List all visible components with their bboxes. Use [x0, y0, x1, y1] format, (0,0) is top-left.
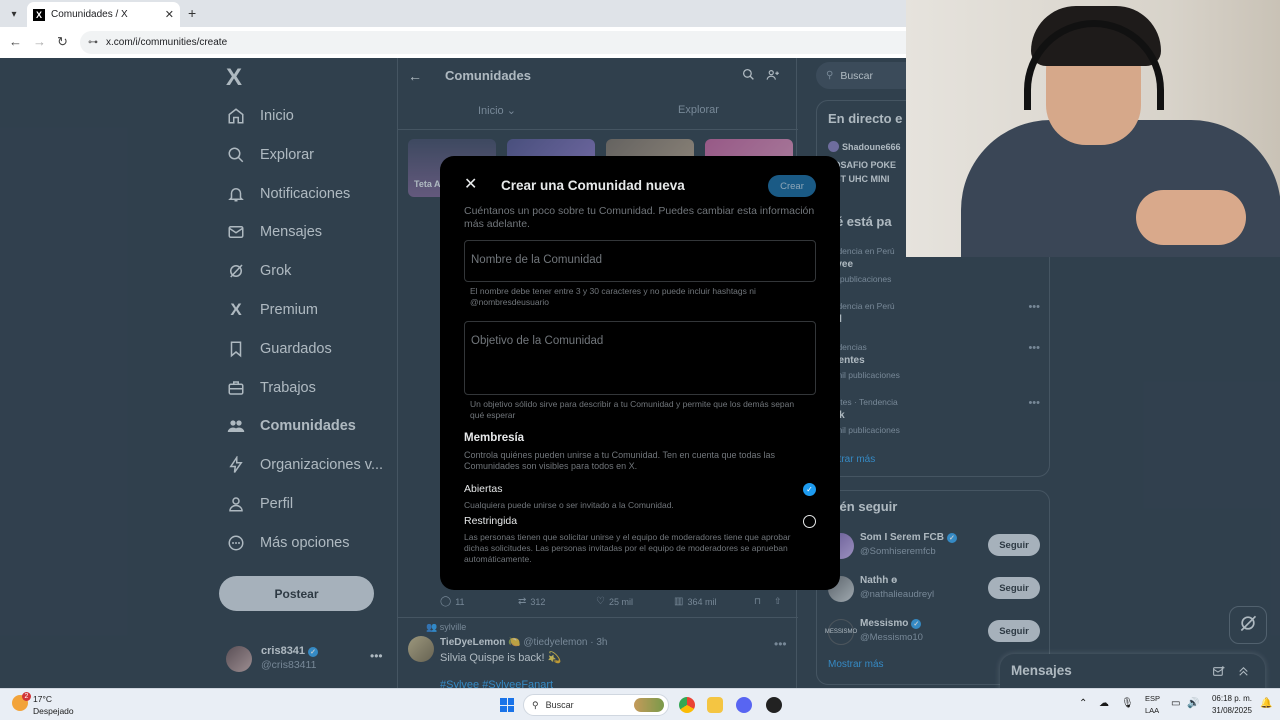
option-restricted-description: Las personas tienen que solicitar unirse… — [464, 532, 791, 564]
clock-date[interactable]: 31/08/2025 — [1206, 706, 1252, 715]
taskbar-search-placeholder: Buscar — [545, 700, 574, 710]
option-open-description: Cualquiera puede unirse o ser invitado a… — [464, 500, 674, 510]
url-text: x.com/i/communities/create — [106, 37, 228, 48]
file-explorer-icon[interactable] — [707, 697, 723, 713]
notifications-bell-icon[interactable]: 🔔 — [1260, 698, 1272, 709]
discord-icon[interactable] — [736, 697, 752, 713]
checkmark-icon: ✓ — [806, 484, 813, 494]
browser-tab[interactable]: X Comunidades / X ✕ — [27, 2, 180, 27]
onedrive-cloud-icon[interactable]: ☁ — [1099, 698, 1109, 709]
community-goal-field[interactable]: Objetivo de la Comunidad — [464, 321, 816, 395]
option-restricted-label[interactable]: Restringida — [464, 515, 517, 527]
windows-start-icon[interactable] — [500, 698, 514, 712]
community-name-hint: El nombre debe tener entre 3 y 30 caract… — [470, 286, 756, 307]
tray-chevron-up-icon[interactable]: ⌃ — [1079, 698, 1087, 709]
dialog-title: Crear una Comunidad nueva — [501, 178, 685, 193]
search-highlight-icon — [634, 698, 664, 712]
option-open-radio[interactable]: ✓ — [803, 483, 816, 496]
community-goal-placeholder: Objetivo de la Comunidad — [471, 335, 604, 347]
membership-title: Membresía — [464, 432, 525, 444]
tab-title: Comunidades / X — [51, 9, 128, 20]
create-button[interactable]: Crear — [768, 175, 816, 197]
community-name-placeholder: Nombre de la Comunidad — [471, 254, 603, 266]
webcam-overlay — [906, 0, 1280, 257]
back-icon[interactable]: ← — [9, 34, 22, 49]
forward-icon[interactable]: → — [33, 34, 46, 49]
clock-time[interactable]: 06:18 p. m. — [1206, 694, 1252, 703]
tab-search-dropdown-icon[interactable]: ▾ — [6, 6, 22, 22]
membership-description: Controla quiénes pueden unirse a tu Comu… — [464, 450, 776, 471]
tab-close-icon[interactable]: ✕ — [165, 8, 174, 21]
microphone-icon[interactable]: 🎙 — [1121, 698, 1134, 709]
windows-taskbar: 2 17°C Despejado ⚲ Buscar ⌃ ☁ 🎙 ESP LAA … — [0, 688, 1280, 720]
network-icon[interactable]: ▭ — [1171, 698, 1180, 709]
site-info-icon[interactable]: ⊶ — [88, 37, 98, 48]
language-indicator[interactable]: ESP — [1145, 694, 1160, 703]
weather-description[interactable]: Despejado — [33, 706, 74, 716]
new-tab-icon[interactable]: + — [188, 5, 196, 21]
taskbar-search-input[interactable]: ⚲ Buscar — [523, 694, 669, 716]
create-community-dialog: ✕ Crear una Comunidad nueva Crear Cuénta… — [440, 156, 840, 590]
volume-icon[interactable]: 🔊 — [1187, 698, 1199, 709]
community-name-field[interactable]: Nombre de la Comunidad — [464, 240, 816, 282]
option-open-label[interactable]: Abiertas — [464, 483, 503, 495]
obs-icon[interactable] — [766, 697, 782, 713]
option-restricted-radio[interactable] — [803, 515, 816, 528]
community-goal-hint: Un objetivo sólido sirve para describir … — [470, 399, 795, 420]
chrome-icon[interactable] — [679, 697, 695, 713]
notification-badge: 2 — [22, 692, 31, 701]
dialog-intro: Cuéntanos un poco sobre tu Comunidad. Pu… — [464, 205, 815, 230]
reload-icon[interactable]: ↻ — [57, 34, 68, 50]
weather-temperature[interactable]: 17°C — [33, 694, 52, 704]
webcam-person-hand — [1136, 190, 1246, 245]
search-icon: ⚲ — [532, 699, 539, 710]
keyboard-layout-indicator[interactable]: LAA — [1145, 706, 1159, 715]
close-icon[interactable]: ✕ — [464, 177, 477, 193]
x-favicon-icon: X — [33, 8, 45, 21]
